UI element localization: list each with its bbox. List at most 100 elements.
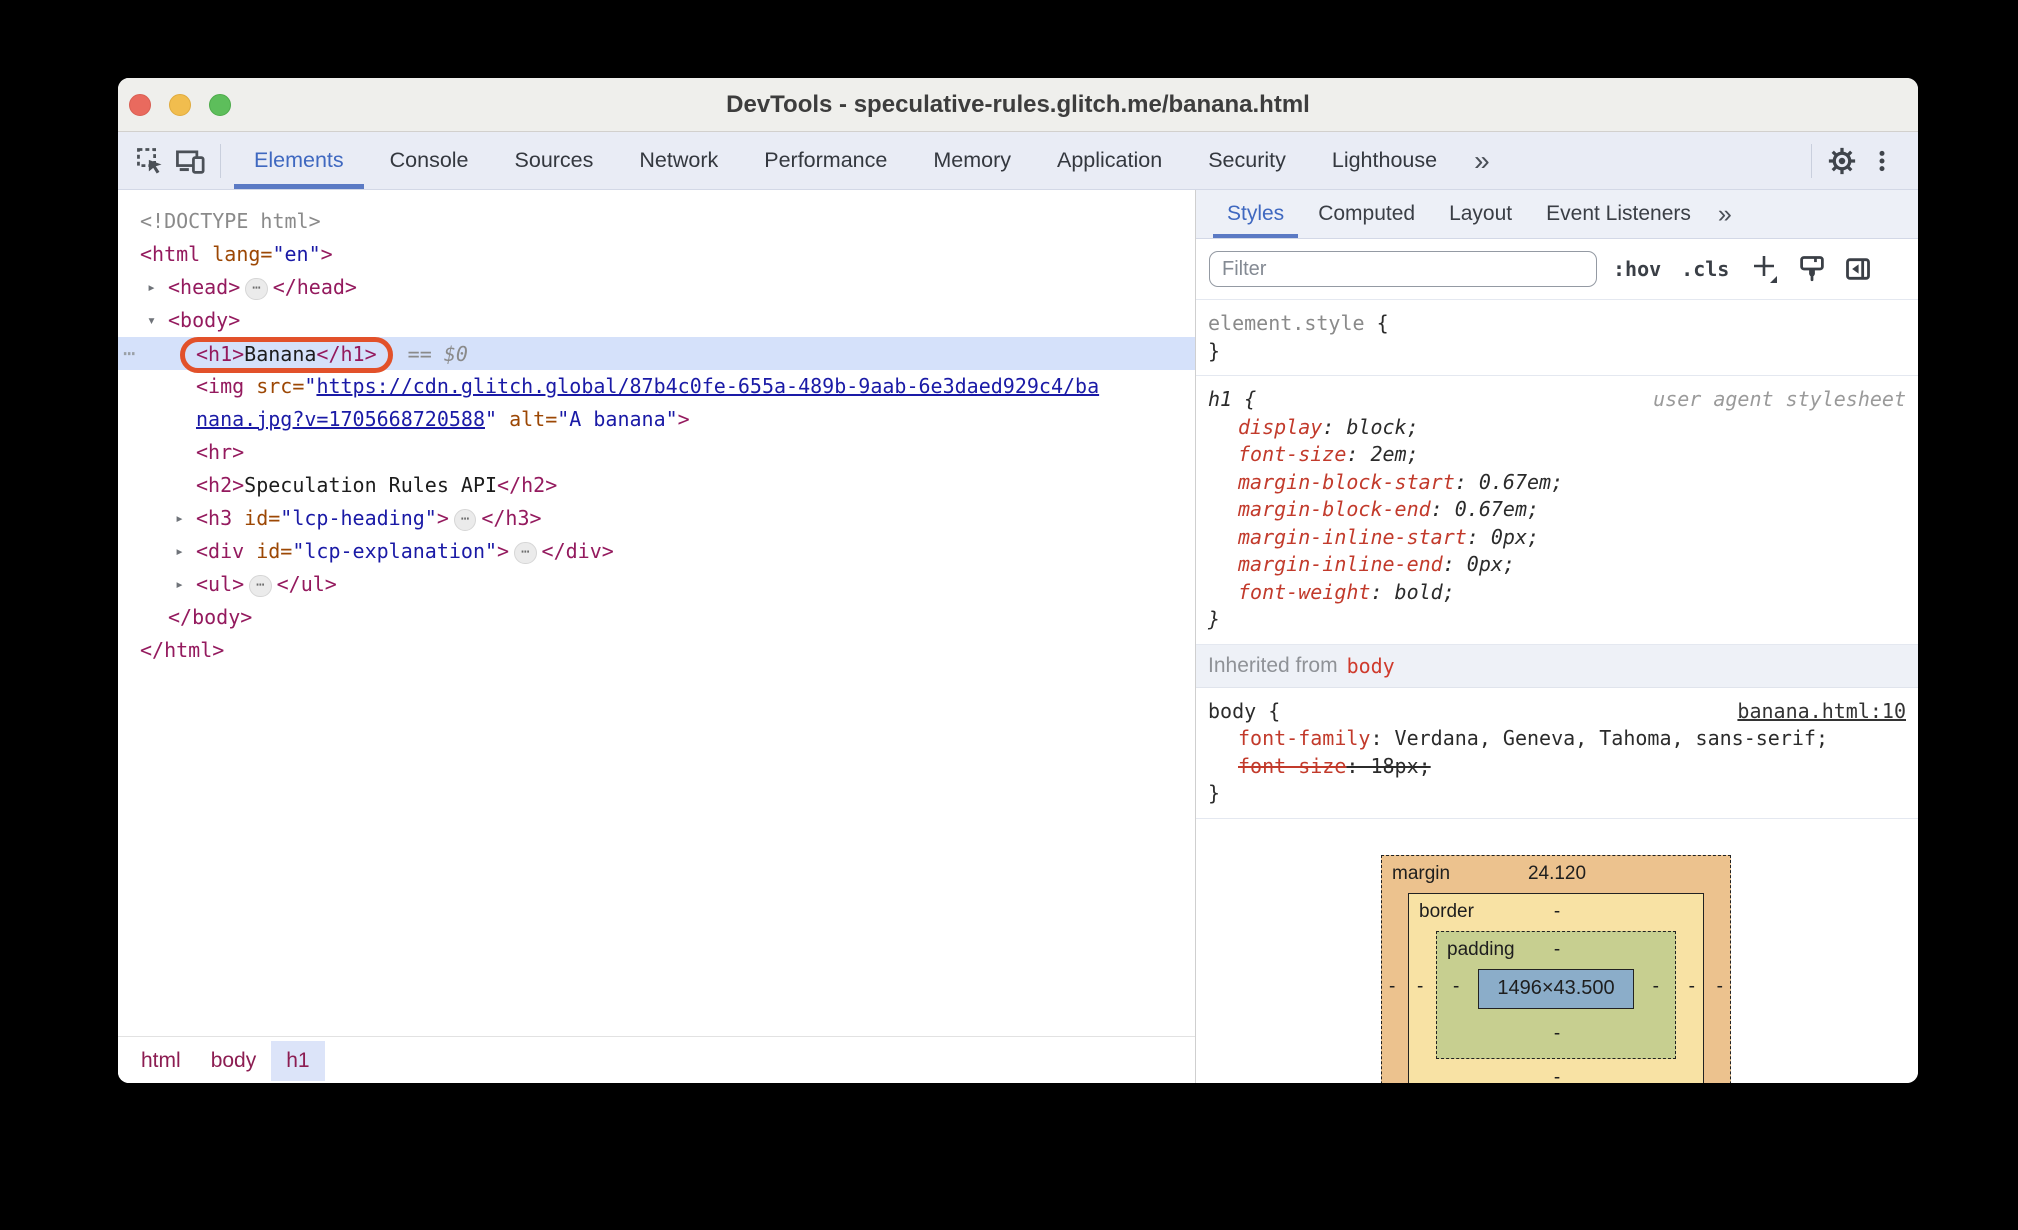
dom-tree-row[interactable]: <hr>	[118, 436, 1195, 469]
dom-tree-row[interactable]: ▸ <div id="lcp-explanation"> ⋯ </div>	[118, 535, 1195, 568]
tab-security[interactable]: Security	[1185, 132, 1309, 189]
tab-console[interactable]: Console	[367, 132, 492, 189]
gear-icon	[1828, 147, 1856, 174]
dom-tree-row[interactable]: </html>	[118, 634, 1195, 667]
style-declaration[interactable]: margin-block-end: 0.67em;	[1208, 496, 1906, 524]
expand-arrow-icon[interactable]: ▸	[175, 535, 184, 568]
tab-performance[interactable]: Performance	[741, 132, 910, 189]
plus-icon	[1754, 256, 1778, 283]
ellipsis-button[interactable]: ⋯	[249, 575, 272, 597]
box-model-padding-label: padding	[1447, 938, 1515, 960]
box-model-content[interactable]: 1496×43.500	[1478, 968, 1634, 1009]
style-declaration[interactable]: margin-inline-end: 0px;	[1208, 551, 1906, 579]
style-declaration[interactable]: h1 {user agent stylesheet	[1208, 386, 1906, 414]
box-model-content-size: 1496×43.500	[1497, 977, 1615, 999]
devtools-window: DevTools - speculative-rules.glitch.me/b…	[118, 78, 1918, 1083]
style-declaration[interactable]: margin-inline-start: 0px;	[1208, 524, 1906, 552]
dom-tree-row[interactable]: nana.jpg?v=1705668720588" alt="A banana"…	[118, 403, 1195, 436]
breadcrumb: html body h1	[118, 1036, 1195, 1083]
style-rule: element.style {}	[1196, 300, 1918, 376]
inherited-label: Inherited from	[1208, 653, 1338, 677]
window-title: DevTools - speculative-rules.glitch.me/b…	[726, 90, 1310, 118]
tab-elements[interactable]: Elements	[231, 132, 367, 189]
sidebar-tab-event-listeners[interactable]: Event Listeners	[1529, 190, 1708, 238]
ellipsis-button[interactable]: ⋯	[453, 509, 477, 531]
breadcrumb-item-html[interactable]: html	[126, 1041, 196, 1081]
toolbar-divider	[220, 143, 221, 178]
box-model-border-label: border	[1419, 900, 1474, 922]
traffic-lights	[129, 78, 231, 131]
elements-panel: <!DOCTYPE html> <html lang="en"> ▸ <head> ⋯ <…	[118, 190, 1195, 1083]
dom-tree-row[interactable]: <!DOCTYPE html>	[118, 205, 1195, 238]
paint-brush-icon	[1800, 256, 1825, 282]
style-declaration[interactable]: font-weight: bold;	[1208, 579, 1906, 607]
tab-sources[interactable]: Sources	[492, 132, 617, 189]
style-declaration[interactable]: }	[1208, 606, 1906, 634]
collapse-sidebar-button[interactable]	[1841, 251, 1875, 287]
expand-arrow-icon[interactable]: ▸	[175, 502, 184, 535]
inspect-element-button[interactable]	[130, 138, 170, 184]
device-toolbar-button[interactable]	[170, 138, 210, 184]
style-declaration[interactable]: element.style {	[1208, 310, 1906, 338]
style-declaration[interactable]: }	[1208, 780, 1906, 808]
sidebar-tab-styles[interactable]: Styles	[1210, 190, 1301, 238]
ellipsis-button[interactable]: ⋯	[245, 278, 268, 300]
dock-panel-icon	[1846, 258, 1871, 280]
dom-tree-row[interactable]: </body>	[118, 601, 1195, 634]
dom-tree-row[interactable]: ▸ <h3 id="lcp-heading"> ⋯ </h3>	[118, 502, 1195, 535]
zoom-button[interactable]	[209, 93, 231, 116]
dom-tree-row[interactable]: <img src="https://cdn.glitch.global/87b4…	[118, 370, 1195, 403]
toggle-element-state-button[interactable]: :hov	[1613, 257, 1661, 281]
close-button[interactable]	[129, 93, 151, 116]
style-declaration[interactable]: font-size: 2em;	[1208, 441, 1906, 469]
style-declaration[interactable]: display: block;	[1208, 414, 1906, 442]
tab-application[interactable]: Application	[1034, 132, 1185, 189]
dom-tree-row[interactable]: ▾ <body>	[118, 304, 1195, 337]
style-rule: body {banana.html:10 font-family: Verdana…	[1196, 688, 1918, 819]
sidebar-tab-computed[interactable]: Computed	[1301, 190, 1432, 238]
dom-tree: <!DOCTYPE html> <html lang="en"> ▸ <head> ⋯ <…	[118, 190, 1195, 1037]
new-style-rule-button[interactable]	[1749, 251, 1779, 287]
inspected-element-ring: <h1>Banana</h1>	[180, 337, 393, 373]
dom-tree-row[interactable]: ⋯ <h1>Banana</h1> == $0	[118, 337, 1195, 373]
more-panels-button[interactable]: »	[1460, 146, 1504, 175]
style-declaration[interactable]: margin-block-start: 0.67em;	[1208, 469, 1906, 497]
titlebar: DevTools - speculative-rules.glitch.me/b…	[118, 78, 1918, 132]
style-declaration[interactable]: }	[1208, 338, 1906, 366]
stylesheet-source-link[interactable]: banana.html:10	[1727, 698, 1906, 726]
inherited-node-link[interactable]: body	[1347, 654, 1395, 678]
tab-memory[interactable]: Memory	[910, 132, 1034, 189]
style-declaration[interactable]: body {banana.html:10	[1208, 698, 1906, 726]
sidebar-tab-bar: Styles Computed Layout Event Listeners »	[1196, 190, 1918, 239]
expand-arrow-icon[interactable]: ▸	[147, 271, 156, 304]
dom-tree-row[interactable]: ▸ <ul> ⋯ </ul>	[118, 568, 1195, 601]
minimize-button[interactable]	[169, 93, 191, 116]
stylesheet-origin-note: user agent stylesheet	[1653, 387, 1906, 411]
tab-network[interactable]: Network	[616, 132, 741, 189]
element-classes-button[interactable]: .cls	[1681, 257, 1729, 281]
dom-tree-row[interactable]: ▸ <head> ⋯ </head>	[118, 271, 1195, 304]
expand-arrow-icon[interactable]: ▾	[147, 304, 156, 337]
breadcrumb-item-h1[interactable]: h1	[271, 1040, 325, 1081]
tab-lighthouse[interactable]: Lighthouse	[1309, 132, 1460, 189]
toolbar-divider	[1811, 143, 1812, 178]
expand-arrow-icon[interactable]: ▸	[175, 568, 184, 601]
more-sidebar-tabs-button[interactable]: »	[1708, 201, 1742, 227]
settings-button[interactable]	[1822, 138, 1862, 184]
dom-tree-row[interactable]: <html lang="en">	[118, 238, 1195, 271]
styles-pane: element.style {} h1 {user agent styleshee…	[1196, 300, 1918, 1083]
styles-sidebar: StylesComputedLayoutEvent Listeners » :h…	[1195, 190, 1918, 1083]
sidebar-tab-layout[interactable]: Layout	[1432, 190, 1529, 238]
styles-filter-input[interactable]	[1209, 251, 1597, 287]
panel-tabs: Elements Console Sources Network Performance…	[231, 132, 1460, 189]
style-declaration[interactable]: font-family: Verdana, Geneva, Tahoma, sa…	[1208, 725, 1906, 753]
breadcrumb-item-body[interactable]: body	[196, 1041, 272, 1081]
ellipsis-button[interactable]: ⋯	[514, 542, 537, 564]
style-declaration[interactable]: font-size: 18px;	[1208, 753, 1906, 781]
kebab-menu-icon	[1879, 150, 1885, 171]
styles-toolbar: :hov .cls	[1196, 239, 1918, 300]
rendering-emulation-button[interactable]	[1795, 251, 1829, 287]
device-toolbar-icon	[176, 149, 205, 174]
dom-tree-row[interactable]: <h2>Speculation Rules API</h2>	[118, 469, 1195, 502]
customize-devtools-button[interactable]	[1862, 138, 1902, 184]
